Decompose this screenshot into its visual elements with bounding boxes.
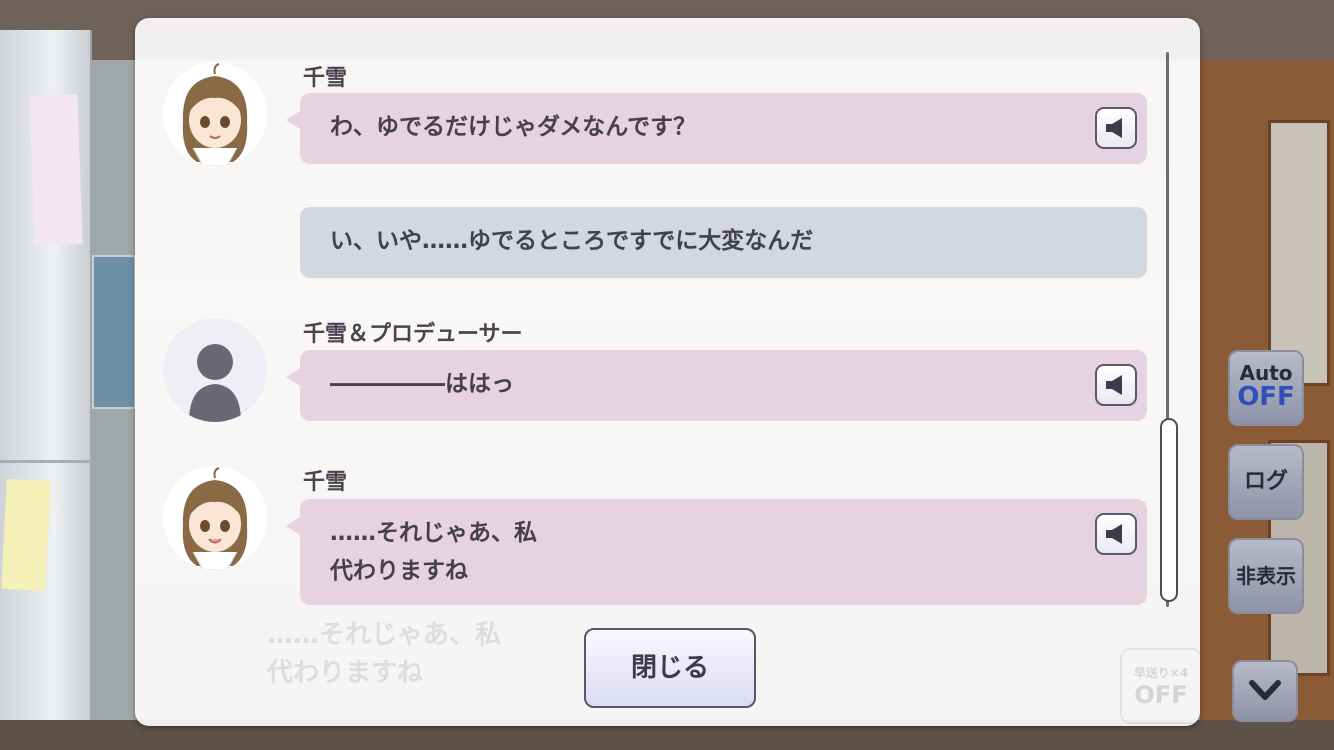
log-button[interactable]: ログ xyxy=(1228,444,1304,520)
close-button[interactable]: 閉じる xyxy=(584,628,756,708)
fast-forward-state: OFF xyxy=(1134,681,1188,709)
log-scrollbar-thumb[interactable] xyxy=(1160,418,1178,602)
background-fast-forward-button: 早送り×4 OFF xyxy=(1120,648,1200,724)
bubble-tail xyxy=(286,368,300,386)
dialogue-text: わ、ゆでるだけじゃダメなんです？ xyxy=(330,114,697,140)
speaker-avatar-chiyuki xyxy=(163,466,267,570)
voice-replay-button[interactable] xyxy=(1095,107,1137,149)
auto-state: OFF xyxy=(1237,382,1295,412)
fast-forward-label: 早送り×4 xyxy=(1133,666,1189,680)
background-fridge-seam xyxy=(0,460,90,463)
background-cabinet-glass xyxy=(1268,120,1330,386)
silhouette-icon xyxy=(189,344,241,422)
speaker-name: 千雪 xyxy=(303,66,348,91)
message-log-panel: ……それじゃあ、私 代わりますね 早送り×4 OFF 千雪 わ、ゆでるだけじゃダ… xyxy=(135,18,1200,726)
voice-replay-button[interactable] xyxy=(1095,364,1137,406)
dialogue-bubble: ―――――ははっ xyxy=(286,350,1147,421)
dialogue-text: ―――――ははっ xyxy=(330,371,514,397)
voice-replay-button[interactable] xyxy=(1095,513,1137,555)
speaker-icon xyxy=(1106,118,1122,138)
background-window xyxy=(92,255,136,409)
hide-ui-button[interactable]: 非表示 xyxy=(1228,538,1304,614)
chiyuki-portrait-icon xyxy=(182,467,248,570)
speaker-name: 千雪 xyxy=(303,470,348,495)
auto-toggle-button[interactable]: Auto OFF xyxy=(1228,350,1304,426)
menu-collapse-button[interactable] xyxy=(1232,660,1298,722)
bubble-tail xyxy=(286,111,300,129)
background-dialogue-text: ……それじゃあ、私 代わりますね xyxy=(267,616,501,692)
speaker-name: 千雪＆プロデューサー xyxy=(303,322,523,347)
background-note xyxy=(29,94,83,246)
chevron-down-icon xyxy=(1249,680,1281,700)
speaker-icon xyxy=(1106,524,1122,544)
speaker-icon xyxy=(1106,375,1122,395)
background-dialogue-text-content: ……それじゃあ、私 代わりますね xyxy=(267,620,502,688)
dialogue-bubble: わ、ゆでるだけじゃダメなんです？ xyxy=(286,93,1147,164)
dialogue-bubble: ……それじゃあ、私 代わりますね xyxy=(286,499,1147,605)
speaker-avatar-silhouette xyxy=(163,318,267,422)
chiyuki-portrait-icon xyxy=(182,63,248,166)
background-sticky-note xyxy=(1,478,51,592)
dialogue-text: い、いや……ゆでるところですでに大変なんだ xyxy=(330,228,814,254)
speaker-avatar-chiyuki xyxy=(163,62,267,166)
dialogue-text: ……それじゃあ、私 代わりますね xyxy=(330,520,537,584)
player-dialogue-bubble: い、いや……ゆでるところですでに大変なんだ xyxy=(300,207,1147,278)
bubble-tail xyxy=(286,517,300,535)
auto-label: Auto xyxy=(1239,361,1293,385)
